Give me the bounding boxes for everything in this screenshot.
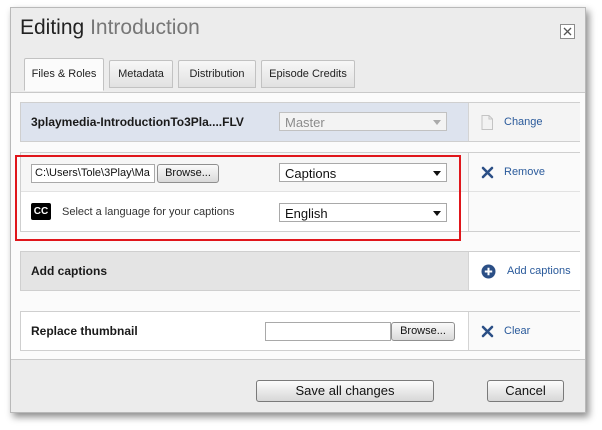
tab-metadata[interactable]: Metadata xyxy=(109,60,173,88)
chevron-down-icon xyxy=(433,211,441,216)
save-all-changes-button[interactable]: Save all changes xyxy=(256,380,434,402)
plus-circle-icon[interactable] xyxy=(481,264,496,279)
language-prompt: Select a language for your captions xyxy=(62,206,235,218)
language-value: English xyxy=(285,206,328,221)
closed-captions-icon: CC xyxy=(31,203,51,220)
files-roles-panel: 3playmedia-IntroductionTo3Pla....FLV Mas… xyxy=(11,92,585,360)
master-role-select: Master xyxy=(279,112,447,131)
remove-link[interactable]: Remove xyxy=(504,166,545,178)
master-filename: 3playmedia-IntroductionTo3Pla....FLV xyxy=(31,115,244,129)
close-button[interactable] xyxy=(560,24,575,39)
x-icon[interactable] xyxy=(481,166,494,179)
master-file-row: 3playmedia-IntroductionTo3Pla....FLV Mas… xyxy=(20,102,580,142)
master-role-value: Master xyxy=(285,115,325,130)
clear-link[interactable]: Clear xyxy=(504,325,530,337)
replace-thumbnail-label: Replace thumbnail xyxy=(31,324,138,338)
add-captions-label: Add captions xyxy=(31,264,108,278)
tab-distribution[interactable]: Distribution xyxy=(178,60,256,88)
replace-thumbnail-row: Replace thumbnail Browse... Clear xyxy=(20,311,580,351)
language-select[interactable]: English xyxy=(279,203,447,222)
captions-file-row: C:\Users\Tole\3Play\Ma Browse... Caption… xyxy=(20,152,580,232)
captions-browse-button[interactable]: Browse... xyxy=(157,164,219,183)
thumbnail-browse-button[interactable]: Browse... xyxy=(391,322,455,341)
document-icon xyxy=(481,115,493,130)
captions-file-input[interactable]: C:\Users\Tole\3Play\Ma xyxy=(31,164,155,183)
dialog-title-sub: Introduction xyxy=(90,16,200,39)
master-action-cell: Change xyxy=(468,103,580,141)
tab-files-roles[interactable]: Files & Roles xyxy=(24,58,104,91)
edit-dialog: Editing Introduction Files & Roles Metad… xyxy=(10,7,586,413)
x-icon[interactable] xyxy=(481,325,494,338)
captions-action-cell: Remove xyxy=(468,153,580,231)
thumbnail-action-cell: Clear xyxy=(468,312,580,350)
close-icon xyxy=(563,27,572,36)
captions-role-select[interactable]: Captions xyxy=(279,163,447,182)
dialog-title: Editing Introduction xyxy=(20,16,200,40)
divider xyxy=(469,191,580,192)
thumbnail-file-input[interactable] xyxy=(265,322,391,341)
add-captions-link[interactable]: Add captions xyxy=(507,265,571,277)
captions-role-value: Captions xyxy=(285,166,337,181)
tab-episode-credits[interactable]: Episode Credits xyxy=(261,60,355,88)
cancel-button[interactable]: Cancel xyxy=(487,380,564,402)
add-captions-action-cell: Add captions xyxy=(468,252,580,290)
change-link[interactable]: Change xyxy=(504,116,543,128)
dialog-title-main: Editing xyxy=(20,16,85,39)
title-bar: Editing Introduction xyxy=(11,8,585,50)
chevron-down-icon xyxy=(433,171,441,176)
add-captions-row: Add captions Add captions xyxy=(20,251,580,291)
chevron-down-icon xyxy=(433,120,441,125)
